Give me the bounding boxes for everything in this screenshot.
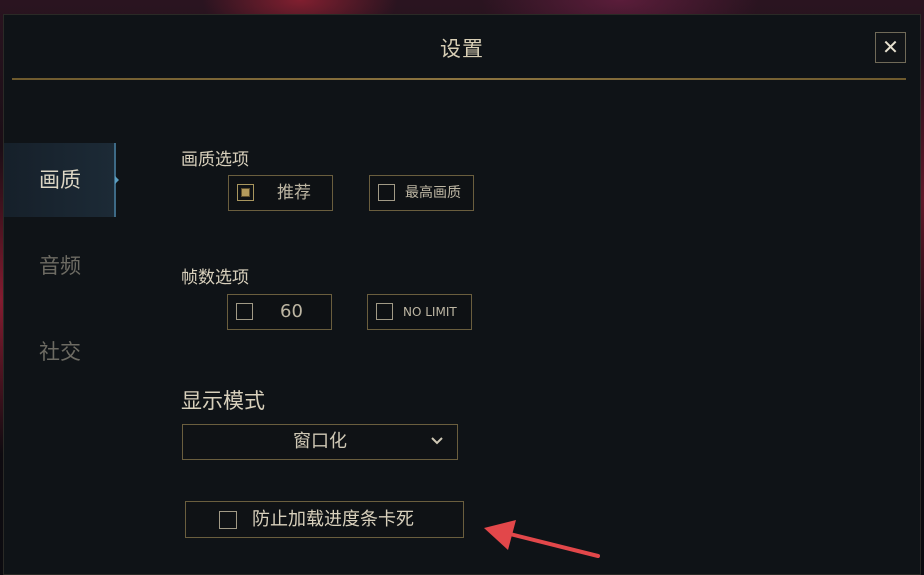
framerate-options-label: 帧数选项 [181, 268, 249, 288]
checkbox [236, 303, 253, 320]
annotation-arrow-icon [484, 520, 600, 558]
close-button[interactable]: ✕ [875, 32, 906, 63]
sidebar-item-label: 社交 [39, 340, 81, 364]
display-mode-value: 窗口化 [293, 431, 347, 452]
graphics-max-quality-option[interactable]: 最高画质 [369, 175, 474, 211]
prevent-loading-stuck-option[interactable]: 防止加载进度条卡死 [185, 501, 464, 538]
framerate-no-limit-option[interactable]: NO LIMIT [367, 294, 472, 330]
checkbox [378, 184, 395, 201]
framerate-60-option[interactable]: 60 [227, 294, 332, 330]
graphics-recommended-option[interactable]: 推荐 [228, 175, 333, 211]
option-label: 推荐 [277, 183, 311, 203]
sidebar-item-audio[interactable]: 音频 [4, 229, 116, 303]
settings-dialog: 设置 ✕ 画质 音频 社交 画质选项 推荐 最高画质 帧数选项 60 NO LI… [3, 14, 921, 575]
title-bar: 设置 ✕ [4, 15, 920, 80]
option-label: 防止加载进度条卡死 [252, 509, 414, 530]
option-label: 最高画质 [405, 185, 461, 201]
graphics-options-label: 画质选项 [181, 150, 249, 170]
display-mode-select[interactable]: 窗口化 [182, 424, 458, 460]
close-icon: ✕ [882, 35, 899, 59]
sidebar-item-social[interactable]: 社交 [4, 315, 116, 389]
checkbox [376, 303, 393, 320]
title-divider [12, 78, 906, 80]
checkbox-checked [237, 184, 254, 201]
display-mode-label: 显示模式 [181, 389, 265, 413]
option-label: NO LIMIT [403, 305, 457, 319]
dialog-title: 设置 [440, 37, 484, 61]
sidebar-item-label: 画质 [39, 168, 81, 192]
sidebar-item-graphics[interactable]: 画质 [4, 143, 119, 217]
option-label: 60 [280, 301, 303, 322]
checkbox [219, 511, 237, 529]
sidebar-item-label: 音频 [39, 254, 81, 278]
chevron-down-icon [431, 437, 443, 445]
